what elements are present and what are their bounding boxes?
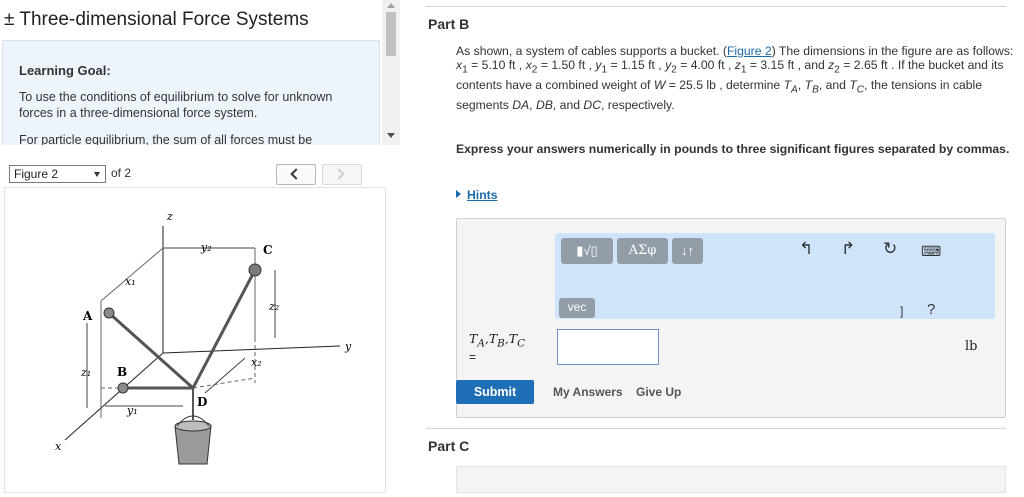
label-b: B bbox=[117, 365, 127, 379]
hints-label: Hints bbox=[467, 188, 498, 202]
chevron-down-icon bbox=[94, 172, 100, 177]
figure-select[interactable]: Figure 2 bbox=[9, 165, 106, 183]
label-z: z bbox=[166, 210, 173, 223]
templates-button[interactable]: ▮√▯ bbox=[561, 238, 613, 264]
next-figure-button[interactable] bbox=[322, 164, 362, 185]
answer-instructions: Express your answers numerically in poun… bbox=[456, 142, 1010, 156]
figure-count: of 2 bbox=[111, 166, 132, 180]
learning-goal-text: To use the conditions of equilibrium to … bbox=[19, 90, 333, 120]
scroll-down-icon[interactable] bbox=[387, 133, 395, 138]
label-d: D bbox=[197, 395, 207, 409]
give-up-link[interactable]: Give Up bbox=[636, 385, 681, 399]
hints-link[interactable]: Hints bbox=[456, 188, 497, 202]
right-panel: Part B As shown, a system of cables supp… bbox=[400, 0, 1024, 493]
label-a: A bbox=[82, 309, 93, 323]
figure-select-value: Figure 2 bbox=[14, 167, 59, 181]
label-y: y bbox=[344, 340, 352, 353]
y-axis bbox=[162, 345, 341, 354]
unit-label: lb bbox=[965, 339, 978, 354]
assignment-title: ± Three-dimensional Force Systems bbox=[4, 9, 309, 30]
learning-goal-box: Learning Goal: To use the conditions of … bbox=[2, 40, 380, 145]
figure-panel: z y x y₂ C x₁ A z₂ x₂ z₁ B D y₁ bbox=[4, 187, 386, 493]
help-button[interactable]: ? bbox=[927, 301, 935, 318]
previous-figure-button[interactable] bbox=[276, 164, 316, 185]
greek-symbols-button[interactable]: ΑΣφ bbox=[617, 238, 668, 264]
cable-dc bbox=[191, 269, 257, 389]
label-x2: x₂ bbox=[251, 356, 262, 369]
cable-bucket-figure: z y x y₂ C x₁ A z₂ x₂ z₁ B D y₁ bbox=[55, 210, 352, 465]
anchor-c bbox=[248, 263, 262, 277]
label-c: C bbox=[263, 243, 273, 257]
anchor-a bbox=[103, 307, 115, 319]
scroll-up-icon[interactable] bbox=[387, 3, 395, 8]
part-b-heading: Part B bbox=[428, 16, 470, 32]
my-answers-link[interactable]: My Answers bbox=[553, 385, 623, 399]
label-z2: z₂ bbox=[268, 300, 279, 313]
part-c-content bbox=[456, 466, 1006, 493]
anchor-b bbox=[117, 382, 129, 394]
chevron-right-icon bbox=[333, 168, 345, 180]
figure-toolbar: Figure 2 of 2 bbox=[0, 160, 386, 188]
chevron-left-icon bbox=[290, 168, 302, 180]
submit-button[interactable]: Submit bbox=[456, 380, 534, 404]
dim-x2 bbox=[204, 357, 246, 394]
label-x1: x₁ bbox=[125, 275, 136, 288]
arrows-button[interactable]: ↓↑ bbox=[672, 238, 703, 264]
answer-input[interactable] bbox=[557, 329, 659, 365]
equals-sign: = bbox=[469, 350, 477, 364]
label-y2: y₂ bbox=[200, 241, 212, 254]
label-y1: y₁ bbox=[126, 404, 138, 417]
left-panel: ± Three-dimensional Force Systems Learni… bbox=[0, 0, 400, 493]
part-c-heading: Part C bbox=[428, 438, 470, 454]
answer-area: ▮√▯ ΑΣφ ↓↑ vec ↰ ↱ ↻ ⌨ ] ? TA,TB,TC = lb bbox=[456, 218, 1006, 418]
label-x: x bbox=[55, 440, 62, 453]
label-z1: z₁ bbox=[80, 366, 91, 379]
learning-goal-heading: Learning Goal: bbox=[19, 63, 111, 78]
learning-goal-section: ± Three-dimensional Force Systems Learni… bbox=[0, 0, 382, 145]
bucket bbox=[174, 425, 212, 465]
left-scrollbar[interactable] bbox=[382, 0, 400, 145]
answer-variable-label: TA,TB,TC bbox=[469, 331, 526, 350]
math-editor-toolbar: ▮√▯ ΑΣφ ↓↑ vec ↰ ↱ ↻ ⌨ ] ? bbox=[555, 233, 995, 319]
guide-d bbox=[192, 377, 256, 389]
reset-icon[interactable]: ↻ bbox=[883, 239, 897, 259]
problem-statement: As shown, a system of cables supports a … bbox=[456, 44, 1014, 113]
expand-triangle-icon bbox=[456, 190, 461, 198]
close-bracket-button[interactable]: ] bbox=[900, 304, 903, 318]
divider bbox=[426, 6, 1006, 7]
learning-goal-text-continued: For particle equilibrium, the sum of all… bbox=[19, 133, 313, 145]
undo-icon[interactable]: ↰ bbox=[799, 239, 813, 259]
x-axis bbox=[64, 352, 164, 441]
scrollbar-thumb[interactable] bbox=[386, 12, 396, 56]
redo-icon[interactable]: ↱ bbox=[841, 239, 855, 259]
divider bbox=[426, 428, 1006, 429]
vector-button[interactable]: vec bbox=[559, 298, 595, 318]
keyboard-icon[interactable]: ⌨ bbox=[921, 243, 941, 260]
